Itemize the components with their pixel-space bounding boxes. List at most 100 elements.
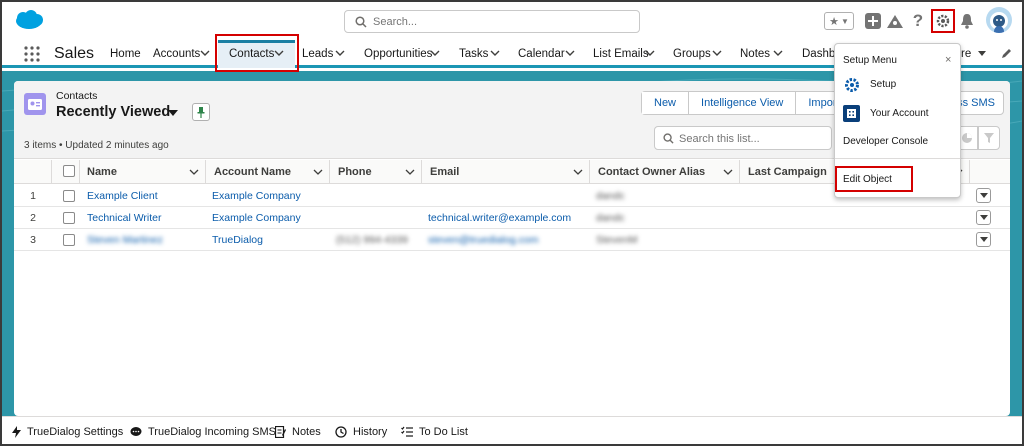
tab-opportunities[interactable]: Opportunities: [364, 48, 432, 60]
owner-alias-cell: StevenM: [596, 234, 638, 246]
chevron-down-icon[interactable]: [313, 167, 323, 177]
setup-menu-item-developer-console[interactable]: Developer Console: [843, 136, 928, 147]
pin-list-button[interactable]: [192, 103, 210, 121]
phone-cell: (512) 994-4339: [336, 234, 408, 246]
tab-more[interactable]: re: [961, 48, 971, 60]
caret-down-icon: [979, 192, 988, 198]
tab-accounts[interactable]: Accounts: [153, 48, 200, 60]
global-header: ★ ▼ ?: [2, 2, 1022, 40]
row-checkbox[interactable]: [63, 212, 75, 224]
list-subinfo: 3 items • Updated 2 minutes ago: [24, 140, 169, 151]
new-button[interactable]: New: [642, 92, 690, 114]
setup-gear-button[interactable]: [931, 9, 955, 33]
favorites-button[interactable]: ★ ▼: [824, 12, 854, 30]
caret-down-icon[interactable]: [976, 47, 988, 59]
contact-name-link[interactable]: Steven Martinez: [87, 229, 163, 251]
chevron-down-icon[interactable]: [199, 47, 211, 59]
column-header-email[interactable]: Email: [422, 160, 590, 184]
user-avatar[interactable]: [986, 7, 1012, 33]
chevron-down-icon[interactable]: [334, 47, 346, 59]
account-name-link[interactable]: TrueDialog: [212, 229, 263, 251]
contact-name-link[interactable]: Technical Writer: [87, 207, 162, 229]
filter-button[interactable]: [978, 126, 1000, 150]
help-icon: ?: [912, 11, 924, 30]
edit-object-highlight: [835, 166, 913, 192]
utility-item-history[interactable]: History: [335, 426, 387, 438]
pin-icon: [197, 107, 205, 118]
list-search-input[interactable]: [679, 131, 827, 146]
row-checkbox[interactable]: [63, 234, 75, 246]
edit-nav-pencil-icon[interactable]: [1001, 47, 1013, 59]
select-all-checkbox[interactable]: [63, 165, 75, 177]
tab-notes[interactable]: Notes: [740, 48, 770, 60]
caret-down-icon[interactable]: [168, 109, 178, 117]
tab-tasks[interactable]: Tasks: [459, 48, 488, 60]
notes-icon: [275, 426, 286, 438]
chevron-down-icon[interactable]: [489, 47, 501, 59]
utility-bar: TrueDialog Settings TrueDialog Incoming …: [2, 416, 1022, 444]
row-number: 2: [30, 212, 36, 224]
chevron-down-icon[interactable]: [564, 47, 576, 59]
global-search[interactable]: [344, 10, 640, 33]
pie-chart-icon: [962, 133, 972, 143]
tab-home[interactable]: Home: [110, 48, 141, 60]
chevron-down-icon[interactable]: [405, 167, 415, 177]
global-actions-button[interactable]: [864, 12, 882, 30]
row-number: 1: [30, 190, 36, 202]
building-icon: [843, 105, 860, 122]
chevron-down-icon[interactable]: [772, 47, 784, 59]
contact-name-link[interactable]: Example Client: [87, 185, 158, 207]
column-header-account-name[interactable]: Account Name: [206, 160, 330, 184]
salesforce-cloud-logo[interactable]: [14, 10, 44, 30]
gear-icon: [843, 76, 860, 93]
notifications-button[interactable]: [958, 12, 976, 30]
chevron-down-icon[interactable]: [429, 47, 441, 59]
chevron-down-icon[interactable]: [711, 47, 723, 59]
row-actions-button[interactable]: [976, 188, 991, 203]
row-actions-button[interactable]: [976, 210, 991, 225]
email-link[interactable]: technical.writer@example.com: [428, 207, 571, 229]
setup-menu-item-setup[interactable]: Setup: [843, 76, 896, 93]
setup-menu-item-your-account[interactable]: Your Account: [843, 105, 929, 122]
caret-down-icon: [979, 236, 988, 242]
utility-item-truedialog-incoming-sms[interactable]: TrueDialog Incoming SMS: [130, 426, 276, 438]
utility-item-to-do-list[interactable]: To Do List: [401, 426, 468, 438]
utility-item-notes[interactable]: Notes: [275, 426, 321, 438]
utility-item-truedialog-settings[interactable]: TrueDialog Settings: [12, 426, 123, 438]
table-row[interactable]: 2 Technical Writer Example Company techn…: [14, 207, 1010, 229]
global-search-input[interactable]: [373, 14, 633, 30]
trailhead-button[interactable]: [886, 12, 904, 30]
row-actions-button[interactable]: [976, 232, 991, 247]
account-name-link[interactable]: Example Company: [212, 185, 301, 207]
tab-groups[interactable]: Groups: [673, 48, 711, 60]
email-link[interactable]: steven@truedialog.com: [428, 229, 538, 251]
row-checkbox[interactable]: [63, 190, 75, 202]
app-launcher-icon[interactable]: [24, 46, 40, 62]
table-row[interactable]: 3 Steven Martinez TrueDialog (512) 994-4…: [14, 229, 1010, 251]
account-name-link[interactable]: Example Company: [212, 207, 301, 229]
owner-alias-cell: dandc: [596, 212, 625, 224]
intelligence-view-button[interactable]: Intelligence View: [689, 92, 797, 114]
chevron-down-icon[interactable]: [723, 167, 733, 177]
tab-list-emails[interactable]: List Emails: [593, 48, 649, 60]
tab-calendar[interactable]: Calendar: [518, 48, 565, 60]
chevron-down-icon[interactable]: [189, 167, 199, 177]
close-icon[interactable]: ×: [945, 54, 951, 66]
chevron-down-icon[interactable]: [644, 47, 656, 59]
checklist-icon: [401, 426, 413, 437]
astro-avatar-icon: [990, 12, 1008, 33]
clock-icon: [335, 426, 347, 438]
list-view-title[interactable]: Recently Viewed: [56, 104, 170, 120]
owner-alias-cell: dandc: [596, 190, 625, 202]
chevron-down-icon[interactable]: [573, 167, 583, 177]
tab-leads[interactable]: Leads: [302, 48, 333, 60]
caret-down-icon: [979, 214, 988, 220]
star-icon: ★: [829, 15, 839, 28]
list-search[interactable]: [654, 126, 832, 150]
help-button[interactable]: ?: [909, 11, 927, 30]
column-header-contact-owner-alias[interactable]: Contact Owner Alias: [590, 160, 740, 184]
column-header-phone[interactable]: Phone: [330, 160, 422, 184]
filter-icon: [984, 133, 994, 143]
object-label: Contacts: [56, 90, 98, 102]
column-header-name[interactable]: Name: [80, 160, 206, 184]
